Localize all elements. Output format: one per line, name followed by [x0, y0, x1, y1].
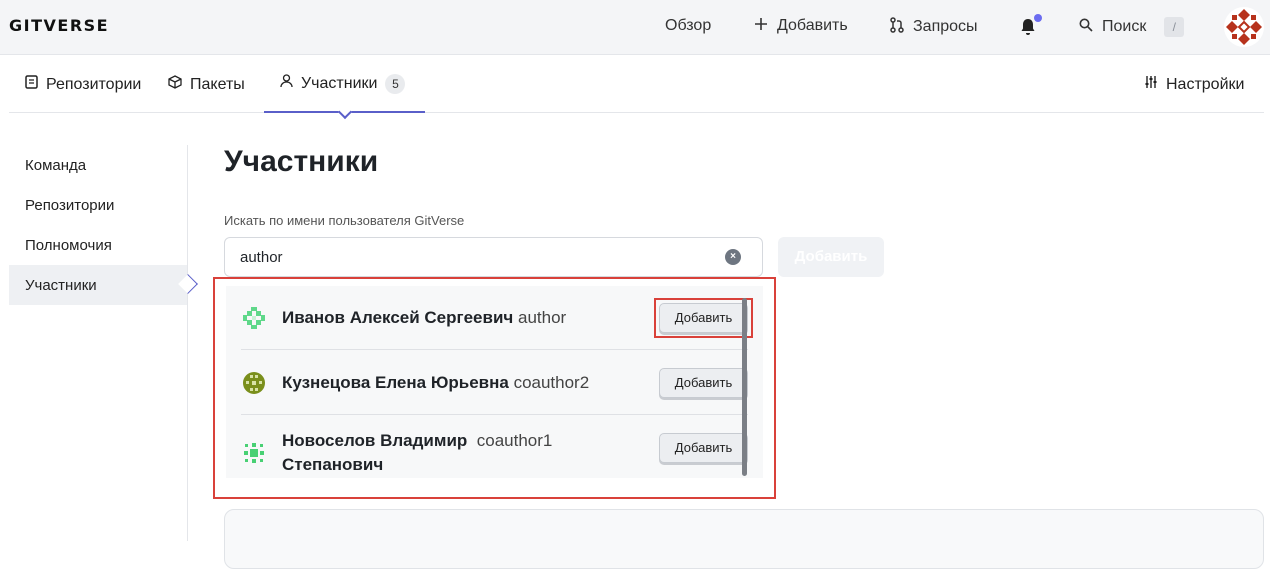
- results-scrollbar[interactable]: [742, 298, 747, 476]
- add-user-button[interactable]: Добавить: [659, 433, 748, 463]
- tab-repositories[interactable]: Репозитории: [25, 56, 141, 113]
- side-nav: Команда Репозитории Полномочия Участники: [9, 145, 198, 541]
- org-tabs: Репозитории Пакеты Участники 5 Настройки: [9, 56, 1264, 120]
- active-item-indicator: [178, 274, 198, 294]
- sidebar-item-label: Участники: [25, 276, 97, 294]
- sidebar-item-members[interactable]: Участники: [9, 265, 198, 305]
- page-title: Участники: [224, 145, 379, 178]
- list-item[interactable]: Кузнецова Елена Юрьевна coauthor2 Добави…: [241, 351, 748, 415]
- overview-link[interactable]: Обзор: [665, 17, 711, 35]
- pull-request-icon: [889, 17, 905, 37]
- notification-dot: [1034, 14, 1042, 22]
- search-icon: [1078, 18, 1094, 36]
- avatar: [241, 440, 267, 466]
- tab-members[interactable]: Участники 5: [264, 56, 425, 120]
- members-count-badge: 5: [385, 73, 406, 94]
- search-field-label: Искать по имени пользователя GitVerse: [224, 213, 465, 228]
- clear-icon[interactable]: ×: [725, 249, 741, 265]
- highlight-box: [654, 298, 753, 338]
- add-user-button[interactable]: Добавить: [659, 367, 748, 398]
- user-avatar[interactable]: [1224, 7, 1264, 47]
- requests-label: Запросы: [913, 18, 978, 35]
- members-list-card: [224, 509, 1264, 569]
- member-name: Иванов Алексей Сергеевич author: [282, 307, 567, 327]
- member-name: Кузнецова Елена Юрьевна coauthor2: [282, 372, 590, 392]
- search-button[interactable]: Поиск /: [1078, 17, 1185, 37]
- person-icon: [280, 74, 293, 93]
- member-login: author: [518, 307, 567, 327]
- avatar: [241, 370, 267, 396]
- user-search-input[interactable]: author ×: [224, 237, 763, 277]
- list-item[interactable]: Иванов Алексей Сергеевич author Добавить: [241, 286, 753, 350]
- search-value: author: [240, 249, 283, 266]
- tab-packages[interactable]: Пакеты: [168, 56, 245, 113]
- add-menu-label: Добавить: [777, 17, 848, 34]
- list-item[interactable]: Новоселов Владимир coauthor1 Степанович …: [241, 416, 748, 478]
- tab-label: Пакеты: [190, 75, 245, 93]
- tab-label: Участники: [301, 74, 378, 92]
- search-results-dropdown: Иванов Алексей Сергеевич author Добавить…: [213, 277, 776, 499]
- member-login: coauthor1: [476, 431, 553, 450]
- search-shortcut: /: [1164, 17, 1185, 37]
- search-label: Поиск: [1102, 18, 1147, 35]
- overview-label: Обзор: [665, 17, 712, 34]
- requests-link[interactable]: Запросы: [889, 17, 978, 37]
- tab-settings[interactable]: Настройки: [1144, 56, 1244, 113]
- avatar: [241, 305, 267, 331]
- plus-icon: [753, 17, 769, 35]
- tab-label: Репозитории: [46, 75, 142, 93]
- repository-icon: [25, 75, 38, 94]
- add-member-button[interactable]: Добавить: [778, 237, 884, 277]
- member-login: coauthor2: [513, 372, 590, 392]
- package-icon: [168, 75, 182, 94]
- top-bar: GITVERSE Обзор Добавить Запросы Поиск /: [0, 0, 1270, 55]
- active-tab-indicator: [337, 104, 352, 120]
- sidebar-item-repositories[interactable]: Репозитории: [9, 185, 187, 225]
- add-menu-button[interactable]: Добавить: [753, 17, 848, 35]
- sidebar-item-team[interactable]: Команда: [9, 145, 187, 185]
- results-list: Иванов Алексей Сергеевич author Добавить…: [226, 286, 763, 478]
- gitverse-logo[interactable]: GITVERSE: [9, 16, 109, 35]
- member-name: Новоселов Владимир coauthor1 Степанович: [282, 431, 553, 474]
- tab-label: Настройки: [1166, 75, 1245, 93]
- sliders-icon: [1144, 75, 1158, 94]
- sidebar-item-permissions[interactable]: Полномочия: [9, 225, 187, 265]
